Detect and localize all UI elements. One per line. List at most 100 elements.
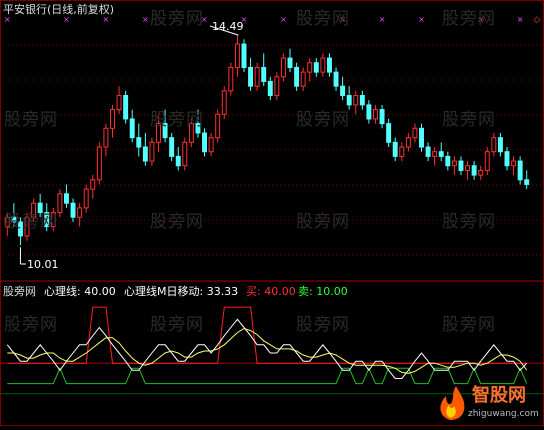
candle-body [432,151,438,157]
candle-body [313,62,319,73]
candle-body [274,76,280,97]
watermark: 股旁网 [150,315,204,335]
candle-body [221,90,227,115]
candle-body [504,151,510,167]
watermark: 股旁网 [150,212,204,232]
chart-window[interactable]: × × × × × × × × × × × × ◇ 平安银行(日线,前复权) 14.49 10.01 股… [0,0,544,426]
candle-body [386,123,392,143]
psyma-line [7,327,528,374]
watermark: 股旁网 [442,110,496,130]
candle-body [405,137,411,148]
low-price-label: 10.01 [27,258,59,271]
candle-body [465,165,471,171]
psyma-value: 心理线M日移动: 33.33 [124,285,239,298]
candle-body [307,62,313,73]
candle-body [123,95,129,120]
candle-body [267,80,273,97]
signal-marker: × [517,15,524,24]
watermark: 股旁网 [442,9,496,29]
watermark: 股旁网 [296,315,350,335]
candle-body [438,151,444,157]
candle-body [215,113,221,139]
watermark: 股旁网 [296,212,350,232]
signal-marker: × [379,15,386,24]
candle-body [373,109,378,120]
candle-body [129,118,135,139]
candle-body [90,179,96,190]
buy-value: 买: 40.00 [246,285,296,298]
candle-body [208,137,214,153]
candle-body [254,66,260,87]
site-logo: 智股网 zhiguwang.com [432,384,540,424]
watermark: 股旁网 [296,110,350,130]
candle-body [445,155,451,167]
candle-body [110,109,115,129]
candle-body [175,155,181,167]
candle-body [70,202,76,218]
candle-body [169,137,175,157]
candle-body [182,141,188,167]
candle-body [359,95,365,106]
watermark: 股旁网 [296,9,350,29]
candle-body [294,66,300,87]
candle-body [425,146,431,157]
psy-value: 心理线: 40.00 [44,285,116,298]
candle-body [228,66,234,92]
candle-body [234,43,240,68]
watermark: 股旁网 [442,315,496,335]
signal-marker: × [280,15,287,24]
candle-body [83,188,89,209]
candle-body [399,146,405,157]
candle-body [326,57,332,73]
candle-body [392,141,398,157]
signal-marker: × [418,15,425,24]
candle-body [451,160,457,167]
candle-body [280,57,286,78]
watermark: 股旁网 [4,212,58,232]
candle-body [353,95,359,106]
candle-body [320,57,326,73]
candle-body [136,137,142,148]
candle-body [517,160,523,181]
candle-body [419,127,424,148]
logo-url: zhiguwang.com [468,409,539,419]
signal-marker: × [63,15,70,24]
candle-body [484,151,490,171]
candle-body [241,43,247,68]
sell-signal-line [7,367,528,385]
candle-body [103,127,109,148]
candle-body [511,160,517,167]
candle-body [261,66,267,82]
candle-body [116,95,122,111]
candle-body [471,165,477,176]
candle-body [491,137,497,153]
candle-body [333,71,339,87]
signal-marker: × [4,15,11,24]
candle-body [96,146,102,181]
indicator-name: 股旁网 [3,285,36,298]
watermark: 股旁网 [4,315,58,335]
candle-body [412,127,418,139]
sell-value: 卖: 10.00 [298,285,348,298]
candle-body [478,169,484,176]
candle-body [346,95,352,106]
signal-marker: × [103,15,110,24]
candle-body [77,207,83,218]
candle-body [142,146,148,162]
watermark: 股旁网 [150,110,204,130]
candle-body [379,109,385,125]
signal-marker: ◇ [534,15,541,25]
logo-text: 智股网 [472,385,526,406]
candle-body [524,179,530,185]
candle-body [300,71,306,87]
candle-body [63,193,69,204]
candle-body [458,160,464,171]
watermark: 股旁网 [150,9,204,29]
high-price-label: 14.49 [212,20,244,33]
watermark: 股旁网 [442,212,496,232]
candle-body [497,137,503,153]
candle-body [248,66,254,87]
candle-body [287,57,293,68]
watermark: 股旁网 [4,110,58,130]
candle-body [202,132,208,153]
